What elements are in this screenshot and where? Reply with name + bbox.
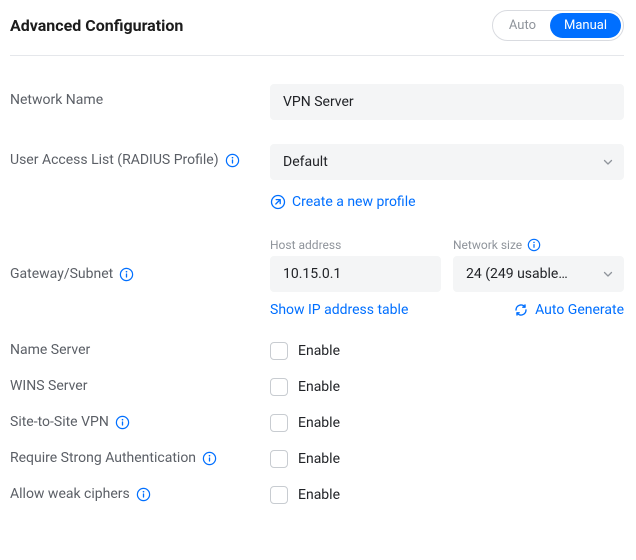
mode-manual-button[interactable]: Manual xyxy=(550,13,621,38)
weak-ciphers-checkbox[interactable] xyxy=(270,486,288,504)
info-icon[interactable] xyxy=(115,415,130,430)
refresh-icon xyxy=(513,302,529,318)
section-header: Advanced Configuration Auto Manual xyxy=(10,10,624,56)
mode-toggle[interactable]: Auto Manual xyxy=(492,10,624,41)
external-link-icon xyxy=(270,194,286,210)
create-profile-label: Create a new profile xyxy=(292,194,416,210)
label-gateway: Gateway/Subnet xyxy=(10,238,270,282)
label-s2s-vpn: Site-to-Site VPN xyxy=(10,414,270,430)
create-profile-link[interactable]: Create a new profile xyxy=(270,194,416,210)
section-title: Advanced Configuration xyxy=(10,16,183,35)
name-server-checkbox[interactable] xyxy=(270,342,288,360)
row-gateway: Gateway/Subnet Host address Network size xyxy=(10,238,624,318)
auto-generate-link[interactable]: Auto Generate xyxy=(513,302,624,318)
network-size-value: 24 (249 usable… xyxy=(466,266,568,282)
label-name-server: Name Server xyxy=(10,342,270,358)
label-network-name: Network Name xyxy=(10,84,270,108)
network-size-select[interactable]: 24 (249 usable… xyxy=(453,256,624,292)
info-icon[interactable] xyxy=(119,267,134,282)
row-weak-ciphers: Allow weak ciphers Enable xyxy=(10,486,624,504)
info-icon[interactable] xyxy=(527,238,541,252)
s2s-vpn-checkbox[interactable] xyxy=(270,414,288,432)
host-address-input[interactable] xyxy=(270,256,441,292)
row-wins-server: WINS Server Enable xyxy=(10,378,624,396)
row-strong-auth: Require Strong Authentication Enable xyxy=(10,450,624,468)
name-server-enable-label: Enable xyxy=(298,343,340,359)
s2s-vpn-enable-label: Enable xyxy=(298,415,340,431)
radius-profile-value: Default xyxy=(283,154,328,170)
radius-profile-select[interactable]: Default xyxy=(270,144,624,180)
label-weak-ciphers: Allow weak ciphers xyxy=(10,486,270,502)
row-user-access: User Access List (RADIUS Profile) Defaul… xyxy=(10,144,624,180)
row-site-to-site-vpn: Site-to-Site VPN Enable xyxy=(10,414,624,432)
info-icon[interactable] xyxy=(136,487,151,502)
network-name-input[interactable] xyxy=(270,84,624,120)
label-wins-server: WINS Server xyxy=(10,378,270,394)
row-create-profile: Create a new profile xyxy=(10,194,624,214)
mode-auto-button[interactable]: Auto xyxy=(495,13,550,38)
info-icon[interactable] xyxy=(202,451,217,466)
host-address-label: Host address xyxy=(270,238,441,252)
label-strong-auth: Require Strong Authentication xyxy=(10,450,270,466)
show-ip-table-link[interactable]: Show IP address table xyxy=(270,302,408,318)
row-network-name: Network Name xyxy=(10,84,624,120)
strong-auth-checkbox[interactable] xyxy=(270,450,288,468)
row-name-server: Name Server Enable xyxy=(10,342,624,360)
network-size-label: Network size xyxy=(453,238,522,252)
label-user-access: User Access List (RADIUS Profile) xyxy=(10,144,270,168)
wins-server-enable-label: Enable xyxy=(298,379,340,395)
strong-auth-enable-label: Enable xyxy=(298,451,340,467)
wins-server-checkbox[interactable] xyxy=(270,378,288,396)
info-icon[interactable] xyxy=(225,153,240,168)
weak-ciphers-enable-label: Enable xyxy=(298,487,340,503)
